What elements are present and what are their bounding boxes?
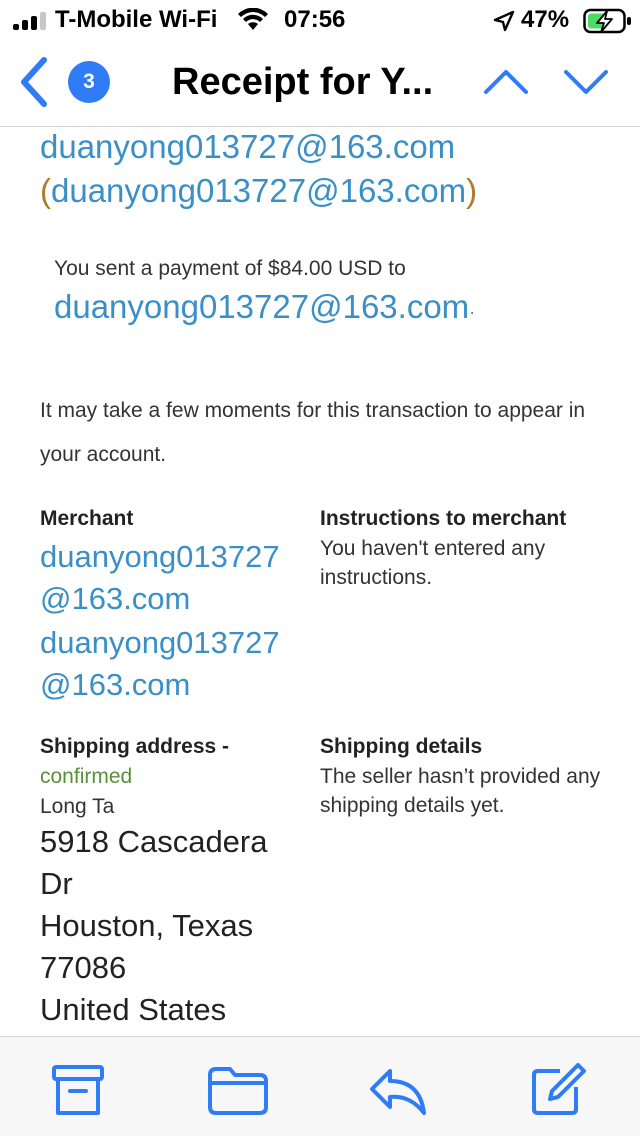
address-line-2[interactable]: Houston, Texas 77086 xyxy=(40,905,300,989)
battery-charging-icon xyxy=(583,8,631,34)
compose-icon xyxy=(532,1063,586,1115)
shipping-details-label: Shipping details xyxy=(320,735,483,758)
location-icon xyxy=(493,10,515,32)
carrier-label: T-Mobile Wi-Fi xyxy=(55,6,218,33)
mail-screen: T-Mobile Wi-Fi 07:56 47% 3 Receipt for Y… xyxy=(0,0,640,1136)
back-chevron-icon xyxy=(21,57,47,107)
email-body[interactable]: duanyong013727@163.com (duanyong013727@1… xyxy=(0,127,640,1036)
shipping-details-section: Shipping details The seller hasn’t provi… xyxy=(320,732,620,820)
move-to-folder-button[interactable] xyxy=(206,1063,270,1119)
email-subject-title: Receipt for Y... xyxy=(172,61,434,103)
instructions-text: You haven't entered any instructions. xyxy=(320,537,546,589)
recipient-email-paren: (duanyong013727@163.com) xyxy=(40,171,477,211)
folder-icon xyxy=(208,1067,268,1115)
merchant-email-link[interactable]: duanyong013727@163.com xyxy=(40,536,300,620)
unread-count-badge[interactable]: 3 xyxy=(68,61,110,103)
trailing-dot: · xyxy=(469,302,476,322)
status-bar: T-Mobile Wi-Fi 07:56 47% xyxy=(0,0,640,40)
battery-percentage: 47% xyxy=(521,6,570,33)
reply-icon xyxy=(370,1069,426,1115)
payment-sent-text: You sent a payment of $84.00 USD to xyxy=(54,257,406,280)
up-chevron-icon xyxy=(484,70,528,94)
address-country[interactable]: United States xyxy=(40,989,300,1031)
address-line-1[interactable]: 5918 Cascadera Dr xyxy=(40,821,300,905)
payment-recipient: duanyong013727@163.com· xyxy=(54,287,475,332)
next-message-button[interactable] xyxy=(558,62,614,102)
paren-close: ) xyxy=(466,172,478,209)
compose-button[interactable] xyxy=(526,1063,590,1119)
paren-open: ( xyxy=(40,172,51,209)
navigation-bar: 3 Receipt for Y... xyxy=(0,40,640,126)
shipping-name: Long Ta xyxy=(40,795,115,818)
reply-button[interactable] xyxy=(366,1063,430,1119)
shipping-details-text: The seller hasn’t provided any shipping … xyxy=(320,765,601,817)
down-chevron-icon xyxy=(564,70,608,94)
archive-icon xyxy=(52,1065,104,1115)
merchant-label: Merchant xyxy=(40,507,134,530)
wifi-icon xyxy=(238,8,268,30)
transaction-note: It may take a few moments for this trans… xyxy=(40,399,586,466)
recipient-email-paren-link[interactable]: duanyong013727@163.com xyxy=(51,172,466,209)
back-button[interactable] xyxy=(14,54,54,110)
previous-message-button[interactable] xyxy=(478,62,534,102)
instructions-label: Instructions to merchant xyxy=(320,507,567,530)
signal-icon xyxy=(13,12,47,30)
recipient-email-link[interactable]: duanyong013727@163.com xyxy=(40,127,455,167)
payment-recipient-link[interactable]: duanyong013727@163.com xyxy=(54,288,469,325)
bottom-toolbar xyxy=(0,1036,640,1136)
archive-button[interactable] xyxy=(46,1063,110,1119)
shipping-address-section: Shipping address - confirmed Long Ta 591… xyxy=(40,732,300,1031)
clock: 07:56 xyxy=(284,6,346,33)
instructions-section: Instructions to merchant You haven't ent… xyxy=(320,504,620,592)
shipping-address-label: Shipping address - xyxy=(40,735,230,758)
shipping-status: confirmed xyxy=(40,765,133,788)
merchant-email-link-2[interactable]: duanyong013727@163.com xyxy=(40,622,300,706)
merchant-section: Merchant duanyong013727@163.com duanyong… xyxy=(40,504,300,706)
